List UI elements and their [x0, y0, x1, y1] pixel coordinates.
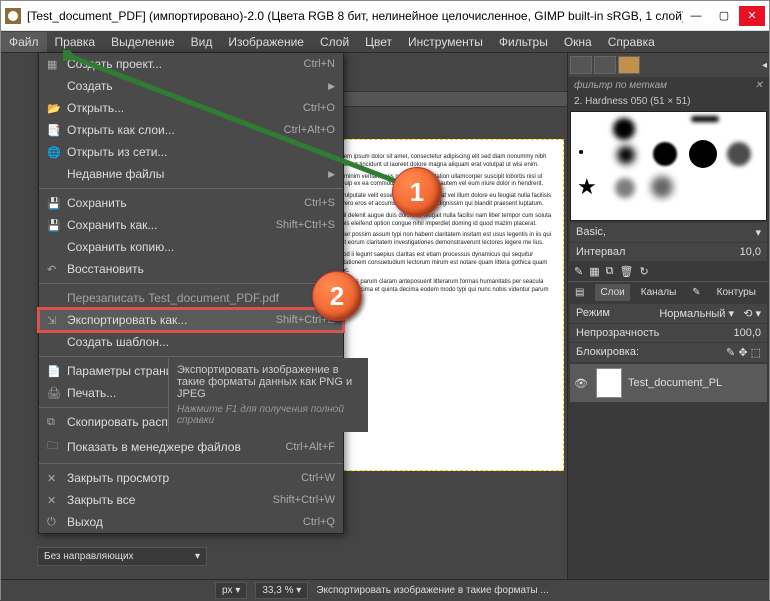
menu-image[interactable]: Изображение	[220, 32, 312, 52]
menu-filters[interactable]: Фильтры	[491, 32, 556, 52]
channels-tab[interactable]: Каналы	[636, 284, 682, 301]
menu-save-as[interactable]: 💾Сохранить как...Shift+Ctrl+S	[39, 214, 343, 236]
app-icon	[5, 8, 21, 24]
lock-icons[interactable]: ✎ ✥ ⬚	[726, 346, 761, 359]
menu-quit[interactable]: ⏻ВыходCtrl+Q	[39, 511, 343, 533]
brush-actions: ✎ ▦ ⧉ 🗑 ↻	[568, 262, 769, 281]
opacity-label: Непрозрачность	[576, 327, 659, 339]
tab-fonts-icon[interactable]	[618, 56, 640, 74]
menu-select[interactable]: Выделение	[103, 32, 183, 52]
menu-revert[interactable]: ↶Восстановить	[39, 258, 343, 280]
visibility-icon[interactable]: 👁	[574, 377, 590, 390]
menu-view[interactable]: Вид	[183, 32, 221, 52]
menu-layer[interactable]: Слой	[312, 32, 357, 52]
layers-tab-icon[interactable]: ▤	[570, 284, 589, 301]
export-tooltip: Экспортировать изображение в такие форма…	[168, 358, 368, 432]
layer-name[interactable]: Test_document_PL	[628, 377, 722, 389]
menu-show-in-fm[interactable]: 🗀Показать в менеджере файловCtrl+Alt+F	[39, 433, 343, 460]
menu-create-project[interactable]: ▦Создать проект...Ctrl+N	[39, 53, 343, 75]
file-dropdown: ▦Создать проект...Ctrl+N Создать▶ 📂Откры…	[38, 52, 344, 534]
brush-preset[interactable]: Basic,	[576, 226, 606, 239]
panel-menu-icon[interactable]: ◂	[762, 60, 767, 71]
callout-1: 1	[392, 167, 442, 217]
menu-export-as[interactable]: ⇲Экспортировать как...Shift+Ctrl+E	[39, 309, 343, 331]
layers-tab[interactable]: Слои	[595, 284, 629, 301]
menu-file[interactable]: Файл	[1, 32, 47, 52]
statusbar: px ▾ 33,3 % ▾ Экспортировать изображение…	[1, 579, 769, 601]
status-hint: Экспортировать изображение в такие форма…	[316, 585, 548, 596]
tab-brushes-icon[interactable]	[570, 56, 592, 74]
paths-tab-icon[interactable]: ✎	[687, 284, 705, 301]
menu-color[interactable]: Цвет	[357, 32, 400, 52]
menu-open-as-layers[interactable]: 📑Открыть как слои...Ctrl+Alt+O	[39, 119, 343, 141]
lock-label: Блокировка:	[576, 346, 639, 359]
menu-open[interactable]: 📂Открыть...Ctrl+O	[39, 97, 343, 119]
mode-value[interactable]: Нормальный	[659, 308, 725, 320]
menu-save[interactable]: 💾СохранитьCtrl+S	[39, 192, 343, 214]
window-title: [Test_document_PDF] (импортировано)-2.0 …	[27, 9, 683, 23]
titlebar: [Test_document_PDF] (импортировано)-2.0 …	[1, 1, 769, 31]
close-button[interactable]: ✕	[739, 6, 765, 26]
menu-create-template[interactable]: Создать шаблон...	[39, 331, 343, 353]
menu-create[interactable]: Создать▶	[39, 75, 343, 97]
paths-tab[interactable]: Контуры	[712, 284, 761, 301]
minimize-button[interactable]: —	[683, 6, 709, 26]
refresh-brush-icon[interactable]: ↻	[639, 265, 648, 278]
menu-help[interactable]: Справка	[600, 32, 663, 52]
brush-filter[interactable]: фильтр по меткам	[574, 80, 667, 91]
brush-grid[interactable]: ★	[570, 111, 767, 221]
guides-select[interactable]: Без направляющих▾	[37, 547, 207, 566]
delete-brush-icon[interactable]: 🗑	[619, 265, 633, 278]
new-brush-icon[interactable]: ▦	[589, 265, 599, 278]
menu-overwrite[interactable]: Перезаписать Test_document_PDF.pdf	[39, 287, 343, 309]
mode-label: Режим	[576, 307, 610, 320]
interval-value[interactable]: 10,0	[740, 246, 761, 258]
menu-windows[interactable]: Окна	[556, 32, 600, 52]
dock-tabs: ◂	[568, 53, 769, 77]
callout-2: 2	[312, 271, 362, 321]
menu-recent[interactable]: Недавние файлы▶	[39, 163, 343, 185]
duplicate-brush-icon[interactable]: ⧉	[606, 265, 614, 278]
unit-select[interactable]: px ▾	[215, 582, 247, 599]
edit-brush-icon[interactable]: ✎	[574, 265, 583, 278]
brush-name: 2. Hardness 050 (51 × 51)	[568, 94, 769, 109]
menu-save-copy[interactable]: Сохранить копию...	[39, 236, 343, 258]
menu-close-view[interactable]: ✕Закрыть просмотрCtrl+W	[39, 467, 343, 489]
zoom-select[interactable]: 33,3 % ▾	[255, 582, 308, 599]
layer-row[interactable]: 👁 Test_document_PL	[570, 364, 767, 402]
opacity-value[interactable]: 100,0	[733, 327, 761, 339]
menu-open-location[interactable]: 🌐Открыть из сети...	[39, 141, 343, 163]
menubar: Файл Правка Выделение Вид Изображение Сл…	[1, 31, 769, 53]
menu-close-all[interactable]: ✕Закрыть всеShift+Ctrl+W	[39, 489, 343, 511]
tab-patterns-icon[interactable]	[594, 56, 616, 74]
menu-edit[interactable]: Правка	[47, 32, 104, 52]
interval-label: Интервал	[576, 246, 625, 258]
right-panel: ◂ фильтр по меткам ✕ 2. Hardness 050 (51…	[567, 53, 769, 601]
maximize-button[interactable]: ▢	[711, 6, 737, 26]
menu-tools[interactable]: Инструменты	[400, 32, 491, 52]
layer-thumb	[596, 368, 622, 398]
